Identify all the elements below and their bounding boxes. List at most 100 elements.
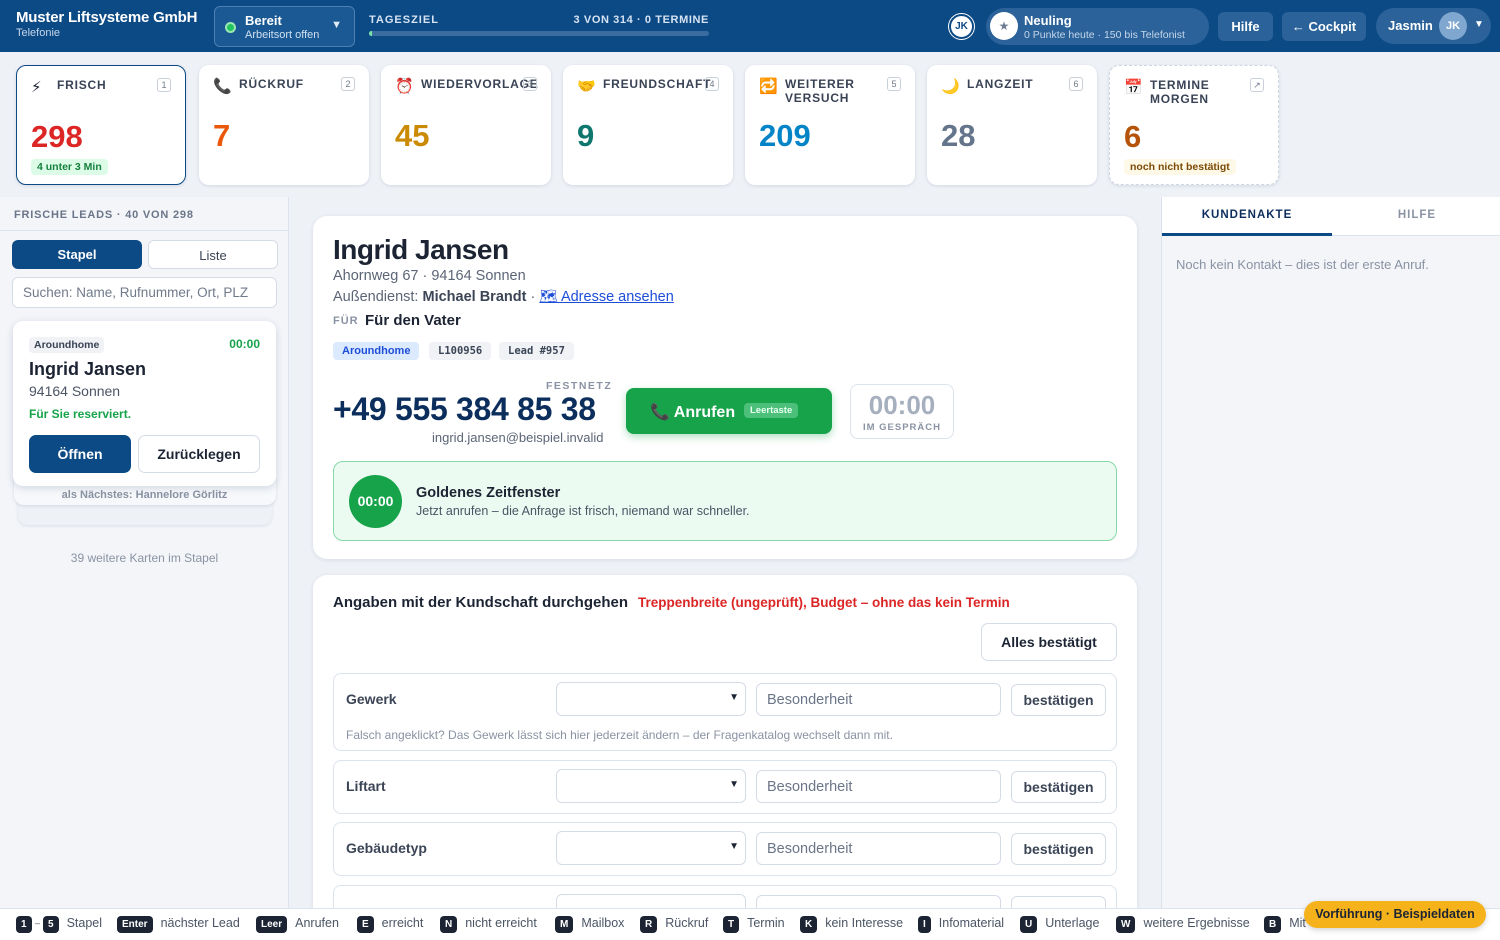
star-icon: ★ xyxy=(990,12,1018,40)
lead-list-heading: FRISCHE LEADS · 40 VON 298 xyxy=(14,209,194,221)
view-list-button[interactable]: Liste xyxy=(148,240,278,269)
tab-help[interactable]: HILFE xyxy=(1332,197,1500,236)
tile-icon: 📅 xyxy=(1124,79,1143,96)
tile-count: 45 xyxy=(395,118,430,153)
question-note-input[interactable] xyxy=(756,832,1001,865)
lead-source-badge: Aroundhome xyxy=(29,337,105,353)
more-cards-label: 39 weitere Karten im Stapel xyxy=(70,551,219,565)
shortcut-key: M xyxy=(555,916,574,933)
question-row: Liftart ▼ bestätigen xyxy=(333,760,1117,814)
tile-frisch[interactable]: ⚡ FRISCH 1 298 4 unter 3 Min xyxy=(16,65,186,185)
shortcut-label: nicht erreicht xyxy=(465,916,537,930)
tile-note: 4 unter 3 Min xyxy=(31,159,108,175)
shortcut-hint: Leer Anrufen xyxy=(256,916,339,933)
shortcut-key: T xyxy=(723,916,740,933)
question-select[interactable]: ▼ xyxy=(556,682,746,716)
tile-rückruf[interactable]: 📞 RÜCKRUF 2 7 xyxy=(199,65,369,185)
question-row: Gewerk ▼ bestätigen Falsch angeklickt? Das … xyxy=(333,673,1117,751)
tile-wiedervorlage[interactable]: ⏰ WIEDERVORLAGE 3 45 xyxy=(381,65,551,185)
avatar: JK xyxy=(1439,12,1467,40)
question-select[interactable]: ▼ xyxy=(556,831,746,865)
call-shortcut-badge: Leertaste xyxy=(744,403,799,418)
tile-count: 209 xyxy=(759,118,811,153)
question-note-input[interactable] xyxy=(756,770,1001,803)
open-lead-button[interactable]: Öffnen xyxy=(29,435,131,473)
shortcut-label: erreicht xyxy=(381,916,424,930)
question-select[interactable]: ▼ xyxy=(556,769,746,803)
tile-title: FRISCH xyxy=(57,78,107,92)
shortcut-key: K xyxy=(800,916,818,933)
customer-address: Ahornweg 67 · 94164 Sonnen xyxy=(333,268,526,284)
shortcut-key: 1 xyxy=(16,916,32,933)
tile-shortcut-key: 2 xyxy=(341,77,355,91)
source-chip: Aroundhome xyxy=(333,342,420,360)
shortcut-key: W xyxy=(1116,916,1136,933)
questions-warning: Treppenbreite (ungeprüft), Budget – ohne… xyxy=(638,595,1010,610)
golden-window-banner: 00:00 Goldenes Zeitfenster Jetzt anrufen… xyxy=(333,461,1117,541)
shortcut-hint: Eerreicht xyxy=(357,916,423,933)
lead-age-timer: 00:00 xyxy=(229,337,260,351)
tile-termine-morgen[interactable]: 📅 TERMINE MORGEN ↗ 6 noch nicht bestätigt xyxy=(1109,65,1279,185)
shortcut-label: Termin xyxy=(747,916,785,930)
shortcut-label: Anrufen xyxy=(295,916,339,930)
question-label: Liftart xyxy=(346,778,386,794)
chevron-down-icon: ▼ xyxy=(729,841,739,852)
for-value: Für den Vater xyxy=(365,312,461,329)
question-hint: Falsch angeklickt? Das Gewerk lässt sich… xyxy=(346,728,893,742)
shortcut-label: kein Interesse xyxy=(825,916,904,930)
user-menu[interactable]: Jasmin JK ▼ xyxy=(1376,8,1491,44)
tile-title: WEITERER VERSUCH xyxy=(785,77,855,105)
for-label: FÜR xyxy=(333,315,359,327)
confirm-button[interactable]: bestätigen xyxy=(1011,833,1106,865)
rank-subtitle: 0 Punkte heute · 150 bis Telefonist xyxy=(1024,29,1185,41)
search-input[interactable] xyxy=(12,277,277,308)
tile-langzeit[interactable]: 🌙 LANGZEIT 6 28 xyxy=(927,65,1097,185)
tile-count: 9 xyxy=(577,118,595,153)
shortcut-key: Leer xyxy=(256,916,288,933)
confirm-all-button[interactable]: Alles bestätigt xyxy=(981,623,1117,661)
tile-freundschaft[interactable]: 🤝 FREUNDSCHAFT 4 9 xyxy=(563,65,733,185)
golden-window-text: Jetzt anrufen – die Anfrage ist frisch, … xyxy=(416,504,750,518)
initials-badge[interactable]: JK xyxy=(949,14,974,39)
rank-title: Neuling xyxy=(1024,13,1072,28)
cockpit-button[interactable]: ← Cockpit xyxy=(1282,12,1366,41)
top-bar: Muster Liftsysteme GmbH Telefonie Bereit… xyxy=(0,0,1500,52)
view-address-link[interactable]: 🗺 Adresse ansehen xyxy=(539,289,674,305)
confirm-button[interactable]: bestätigen xyxy=(1011,684,1106,716)
rank-indicator[interactable]: ★ Neuling 0 Punkte heute · 150 bis Telef… xyxy=(986,8,1209,45)
divider xyxy=(0,230,289,231)
tile-title: TERMINE MORGEN xyxy=(1150,78,1210,106)
user-name: Jasmin xyxy=(1388,18,1433,33)
tile-weiterer-versuch[interactable]: 🔁 WEITERER VERSUCH 5 209 xyxy=(745,65,915,185)
tile-count: 6 xyxy=(1124,119,1142,154)
lead-card[interactable]: Aroundhome 00:00 Ingrid Jansen 94164 Son… xyxy=(13,321,276,486)
demo-badge: Vorführung · Beispieldaten xyxy=(1304,901,1486,928)
shortcut-key: Enter xyxy=(117,916,153,933)
next-lead-label: als Nächstes: Hannelore Görlitz xyxy=(61,489,228,501)
separator: · xyxy=(526,289,540,305)
phone-number[interactable]: +49 555 384 85 38 xyxy=(333,391,596,428)
lead-id-chip: L100956 xyxy=(429,342,492,360)
question-note-input[interactable] xyxy=(756,683,1001,716)
confirm-button[interactable]: bestätigen xyxy=(1011,771,1106,803)
view-stack-button[interactable]: Stapel xyxy=(12,240,142,269)
call-button[interactable]: 📞 Anrufen Leertaste xyxy=(626,388,832,434)
tile-title: FREUNDSCHAFT xyxy=(603,77,712,91)
help-button[interactable]: Hilfe xyxy=(1218,12,1273,41)
shortcut-key: U xyxy=(1020,916,1038,933)
tile-shortcut-key: 1 xyxy=(157,78,171,92)
shortcut-key: E xyxy=(357,916,374,933)
chevron-down-icon: ▼ xyxy=(729,779,739,790)
status-selector[interactable]: Bereit Arbeitsort offen ▼ xyxy=(214,6,355,47)
tile-count: 28 xyxy=(941,118,976,153)
lead-sidebar: FRISCHE LEADS · 40 VON 298 Stapel Liste … xyxy=(0,197,289,908)
shortcut-key: 5 xyxy=(43,916,59,933)
shortcut-key: I xyxy=(918,916,931,933)
field-service-prefix: Außendienst: xyxy=(333,289,419,305)
tile-icon: 📞 xyxy=(213,78,232,95)
email-address[interactable]: ingrid.jansen@beispiel.invalid xyxy=(432,430,603,445)
tab-customer-file[interactable]: KUNDENAKTE xyxy=(1162,197,1332,236)
tile-count: 7 xyxy=(213,118,231,153)
shortcut-hint: R Rückruf xyxy=(640,916,708,933)
put-back-button[interactable]: Zurücklegen xyxy=(138,435,260,473)
